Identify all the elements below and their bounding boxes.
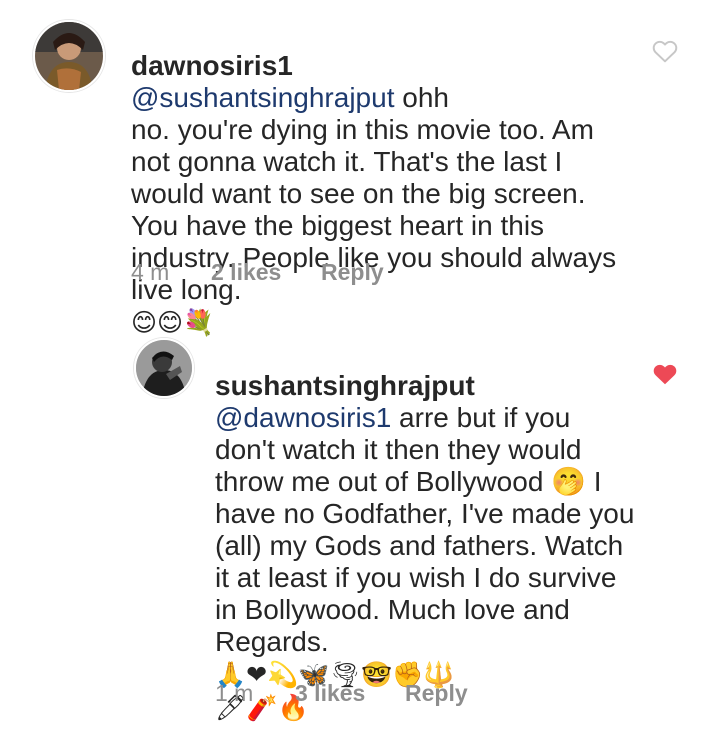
reply-likes[interactable]: 3 likes xyxy=(295,680,405,707)
avatar-image xyxy=(35,22,103,90)
reply-text: sushantsinghrajput @dawnosiris1 arre but… xyxy=(215,338,655,724)
reply-meta: 1 m 3 likes Reply xyxy=(215,680,468,707)
avatar[interactable] xyxy=(134,338,194,398)
comment-mention[interactable]: @sushantsinghrajput xyxy=(131,82,394,113)
reply-time: 1 m xyxy=(215,680,254,706)
heart-outline-icon xyxy=(652,40,678,63)
reply-button[interactable]: Reply xyxy=(405,680,468,707)
comment-text: dawnosiris1 @sushantsinghrajput ohh no. … xyxy=(131,18,651,339)
heart-filled-icon xyxy=(653,364,677,385)
avatar-image xyxy=(136,340,192,396)
reply-body: arre but if you don't watch it then they… xyxy=(215,402,635,657)
reply-mention[interactable]: @dawnosiris1 xyxy=(215,402,391,433)
like-heart-icon[interactable] xyxy=(652,362,678,386)
avatar[interactable] xyxy=(33,20,105,92)
comment-meta: 4 m 2 likes Reply xyxy=(131,259,384,286)
comment-likes[interactable]: 2 likes xyxy=(211,259,321,286)
comment-2: sushantsinghrajput @dawnosiris1 arre but… xyxy=(0,300,720,730)
comment-time: 4 m xyxy=(131,259,170,285)
reply-username[interactable]: sushantsinghrajput xyxy=(215,370,475,401)
comment-1: dawnosiris1 @sushantsinghrajput ohh no. … xyxy=(0,0,720,337)
reply-button[interactable]: Reply xyxy=(321,259,384,286)
comment-username[interactable]: dawnosiris1 xyxy=(131,50,293,81)
like-heart-icon[interactable] xyxy=(652,39,678,63)
